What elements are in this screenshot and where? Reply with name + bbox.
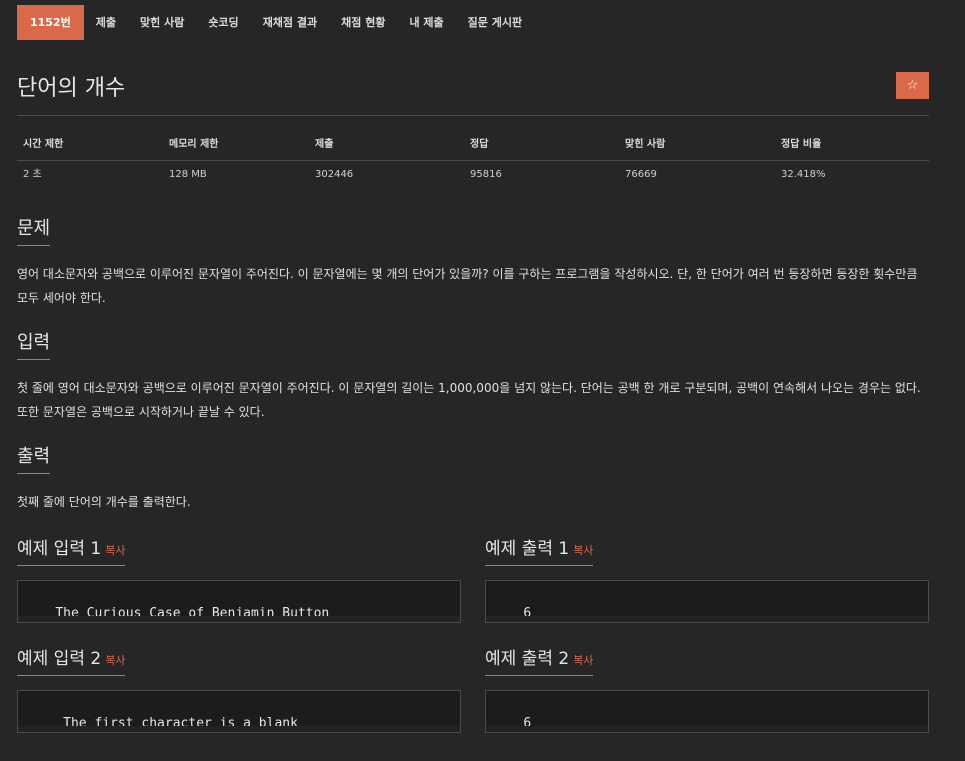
tab-submit[interactable]: 제출 [84, 5, 128, 40]
input-description: 첫 줄에 영어 대소문자와 공백으로 이루어진 문자열이 주어진다. 이 문자열… [17, 381, 921, 419]
tab-judge-status[interactable]: 채점 현황 [329, 5, 397, 40]
example-label: 예제 입력 1 [17, 539, 102, 559]
example-output-1-heading: 예제 출력 1 복사 [485, 534, 594, 566]
tab-rejudge-result[interactable]: 재채점 결과 [251, 5, 329, 40]
example-output-1-box[interactable]: 6 [485, 580, 929, 623]
section-heading-problem: 문제 [17, 214, 51, 246]
example-label: 예제 출력 2 [485, 649, 570, 669]
header-accepted: 정답 [470, 139, 489, 150]
page-title: 단어의 개수 [17, 76, 126, 101]
heading-underline [17, 359, 51, 360]
header-solved-users: 맞힌 사람 [625, 139, 666, 150]
copy-button[interactable]: 복사 [105, 654, 125, 667]
tab-my-submissions[interactable]: 내 제출 [397, 5, 455, 40]
example-input-2-box[interactable]: The first character is a blank [17, 690, 461, 733]
value-time-limit: 2 초 [23, 169, 42, 180]
value-accept-ratio: 32.418% [781, 169, 826, 180]
header-time-limit: 시간 제한 [23, 139, 64, 150]
copy-button[interactable]: 복사 [573, 654, 593, 667]
example-input-1-box[interactable]: The Curious Case of Benjamin Button [17, 580, 461, 623]
copy-button[interactable]: 복사 [573, 544, 593, 557]
value-memory-limit: 128 MB [169, 169, 207, 180]
problem-info-table: 시간 제한 메모리 제한 제출 정답 맞힌 사람 정답 비율 2 초 128 M… [17, 130, 929, 189]
tab-short-coding[interactable]: 숏코딩 [196, 5, 250, 40]
section-heading-input: 입력 [17, 328, 51, 360]
example-input-1-heading: 예제 입력 1 복사 [17, 534, 126, 566]
section-heading-label: 입력 [17, 332, 51, 353]
star-icon: ☆ [906, 78, 919, 93]
header-submissions: 제출 [315, 139, 334, 150]
section-heading-label: 문제 [17, 218, 51, 239]
tab-problem[interactable]: 1152번 [17, 5, 84, 40]
scroll-strip [486, 616, 928, 622]
heading-underline [485, 565, 594, 566]
value-solved-users: 76669 [625, 169, 657, 180]
output-description: 첫째 줄에 단어의 개수를 출력한다. [17, 495, 191, 509]
section-heading-label: 출력 [17, 446, 51, 467]
tab-qna-board[interactable]: 질문 게시판 [456, 5, 534, 40]
tab-solved-users[interactable]: 맞힌 사람 [128, 5, 196, 40]
heading-underline [17, 675, 126, 676]
example-label: 예제 입력 2 [17, 649, 102, 669]
value-accepted: 95816 [470, 169, 502, 180]
favorite-button[interactable]: ☆ [896, 72, 929, 99]
heading-underline [485, 675, 594, 676]
example-output-2-box[interactable]: 6 [485, 690, 929, 733]
copy-button[interactable]: 복사 [105, 544, 125, 557]
header-accept-ratio: 정답 비율 [781, 139, 822, 150]
scroll-strip [18, 616, 460, 622]
problem-description: 영어 대소문자와 공백으로 이루어진 문자열이 주어진다. 이 문자열에는 몇 … [17, 267, 918, 305]
problem-nav-tabs: 1152번 제출 맞힌 사람 숏코딩 재채점 결과 채점 현황 내 제출 질문 … [17, 5, 534, 40]
heading-underline [17, 473, 51, 474]
scroll-strip [18, 726, 460, 732]
value-submissions: 302446 [315, 169, 354, 180]
scroll-strip [486, 726, 928, 732]
header-memory-limit: 메모리 제한 [169, 139, 219, 150]
heading-underline [17, 565, 126, 566]
info-header-row: 시간 제한 메모리 제한 제출 정답 맞힌 사람 정답 비율 [17, 130, 929, 161]
info-value-row: 2 초 128 MB 302446 95816 76669 32.418% [17, 161, 929, 189]
title-divider [17, 115, 929, 116]
section-heading-output: 출력 [17, 442, 51, 474]
example-output-2-heading: 예제 출력 2 복사 [485, 644, 594, 676]
example-input-2-heading: 예제 입력 2 복사 [17, 644, 126, 676]
example-label: 예제 출력 1 [485, 539, 570, 559]
heading-underline [17, 245, 51, 246]
